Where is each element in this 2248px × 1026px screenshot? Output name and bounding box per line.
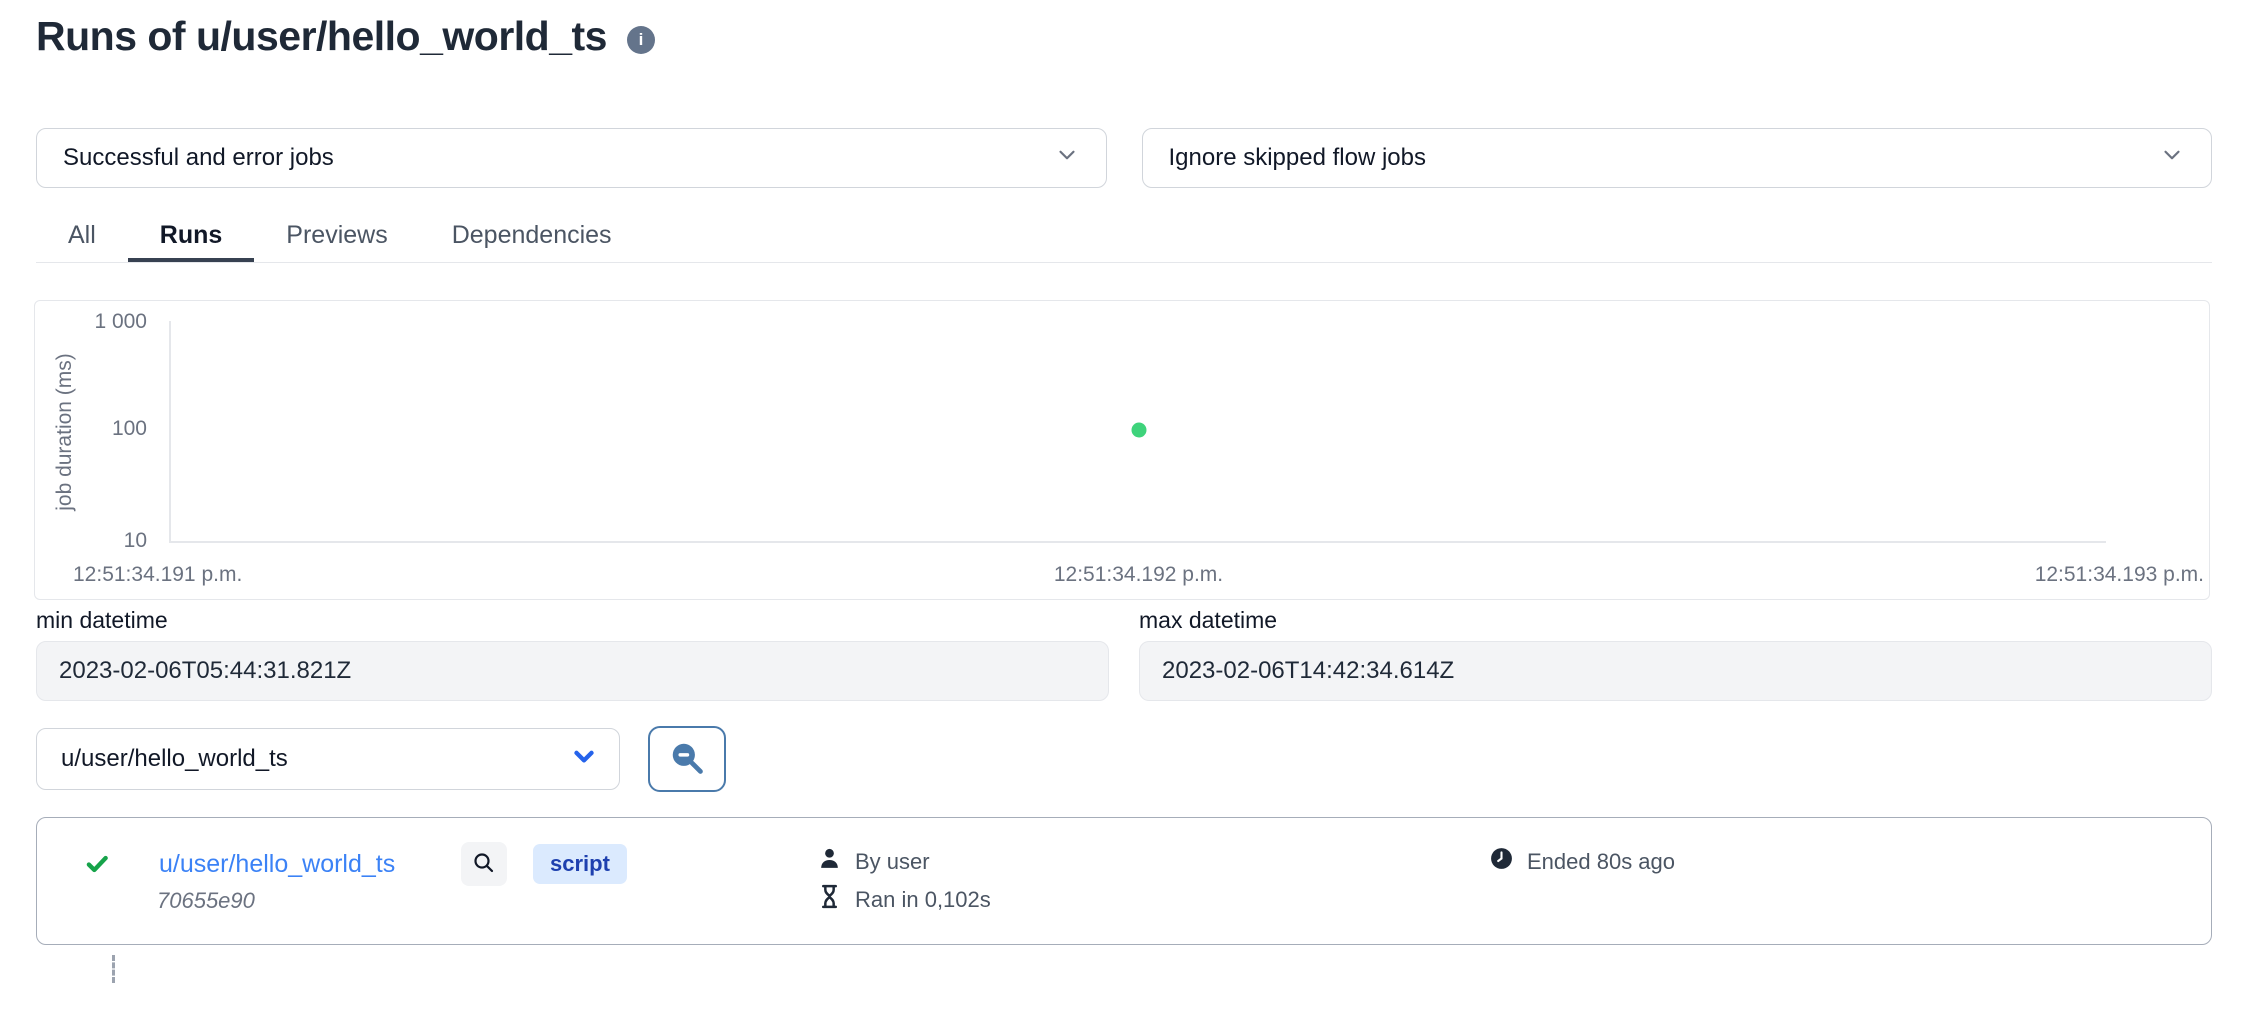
chart-x-axis: 12:51:34.191 p.m. 12:51:34.192 p.m. 12:5… bbox=[73, 563, 2204, 587]
run-details-search-button[interactable] bbox=[461, 842, 507, 886]
datetime-filter-row: min datetime max datetime bbox=[36, 607, 2212, 701]
chevron-down-icon bbox=[2159, 142, 2185, 175]
min-datetime-group: min datetime bbox=[36, 607, 1109, 701]
script-path-select[interactable]: u/user/hello_world_ts bbox=[36, 728, 620, 790]
tab-bar: All Runs Previews Dependencies bbox=[36, 210, 2212, 263]
run-ended-text: Ended 80s ago bbox=[1527, 849, 1675, 875]
x-tick-center: 12:51:34.192 p.m. bbox=[1054, 563, 1223, 587]
page-title: Runs of u/user/hello_world_ts bbox=[36, 12, 607, 60]
run-duration: Ran in 0,102s bbox=[817, 884, 991, 915]
chevron-down-icon bbox=[1054, 142, 1080, 175]
timeline-connector bbox=[112, 955, 115, 983]
min-datetime-label: min datetime bbox=[36, 607, 1109, 634]
y-tick-1000: 1 000 bbox=[35, 311, 147, 333]
tab-all[interactable]: All bbox=[36, 210, 128, 262]
run-triggered-by-text: By user bbox=[855, 849, 930, 875]
info-icon[interactable]: i bbox=[627, 26, 655, 54]
check-icon bbox=[84, 851, 110, 882]
y-tick-10: 10 bbox=[35, 530, 147, 552]
script-path-select-value: u/user/hello_world_ts bbox=[61, 745, 288, 773]
job-status-select-value: Successful and error jobs bbox=[63, 144, 334, 172]
zoom-out-icon bbox=[668, 739, 706, 780]
min-datetime-input[interactable] bbox=[36, 641, 1109, 701]
search-runs-button[interactable] bbox=[648, 726, 726, 792]
tab-previews[interactable]: Previews bbox=[254, 210, 419, 262]
max-datetime-label: max datetime bbox=[1139, 607, 2212, 634]
run-triggered-by: By user bbox=[817, 846, 930, 877]
y-tick-100: 100 bbox=[35, 418, 147, 440]
clock-icon bbox=[1489, 846, 1514, 877]
search-icon bbox=[472, 851, 496, 878]
run-duration-text: Ran in 0,102s bbox=[855, 887, 991, 913]
x-tick-right: 12:51:34.193 p.m. bbox=[2035, 563, 2204, 587]
filter-row: Successful and error jobs Ignore skipped… bbox=[36, 128, 2212, 188]
tab-dependencies[interactable]: Dependencies bbox=[420, 210, 644, 262]
chart-plot-area bbox=[169, 321, 2106, 543]
run-list-item[interactable]: u/user/hello_world_ts script 70655e90 By… bbox=[36, 817, 2212, 945]
page-header: Runs of u/user/hello_world_ts i bbox=[36, 12, 655, 60]
run-path-link[interactable]: u/user/hello_world_ts bbox=[159, 850, 395, 879]
skipped-jobs-select[interactable]: Ignore skipped flow jobs bbox=[1142, 128, 2213, 188]
tab-runs[interactable]: Runs bbox=[128, 210, 255, 262]
run-data-point[interactable] bbox=[1131, 423, 1146, 438]
job-kind-badge: script bbox=[533, 844, 627, 884]
chevron-down-icon bbox=[569, 741, 599, 778]
path-filter-row: u/user/hello_world_ts bbox=[36, 726, 726, 792]
runs-duration-chart: job duration (ms) 1 000 100 10 12:51:34.… bbox=[34, 300, 2210, 600]
max-datetime-input[interactable] bbox=[1139, 641, 2212, 701]
job-status-select[interactable]: Successful and error jobs bbox=[36, 128, 1107, 188]
hourglass-icon bbox=[817, 884, 842, 915]
run-id: 70655e90 bbox=[157, 888, 255, 914]
user-icon bbox=[817, 846, 842, 877]
max-datetime-group: max datetime bbox=[1139, 607, 2212, 701]
x-tick-left: 12:51:34.191 p.m. bbox=[73, 563, 242, 587]
skipped-jobs-select-value: Ignore skipped flow jobs bbox=[1169, 144, 1426, 172]
run-ended: Ended 80s ago bbox=[1489, 846, 1675, 877]
